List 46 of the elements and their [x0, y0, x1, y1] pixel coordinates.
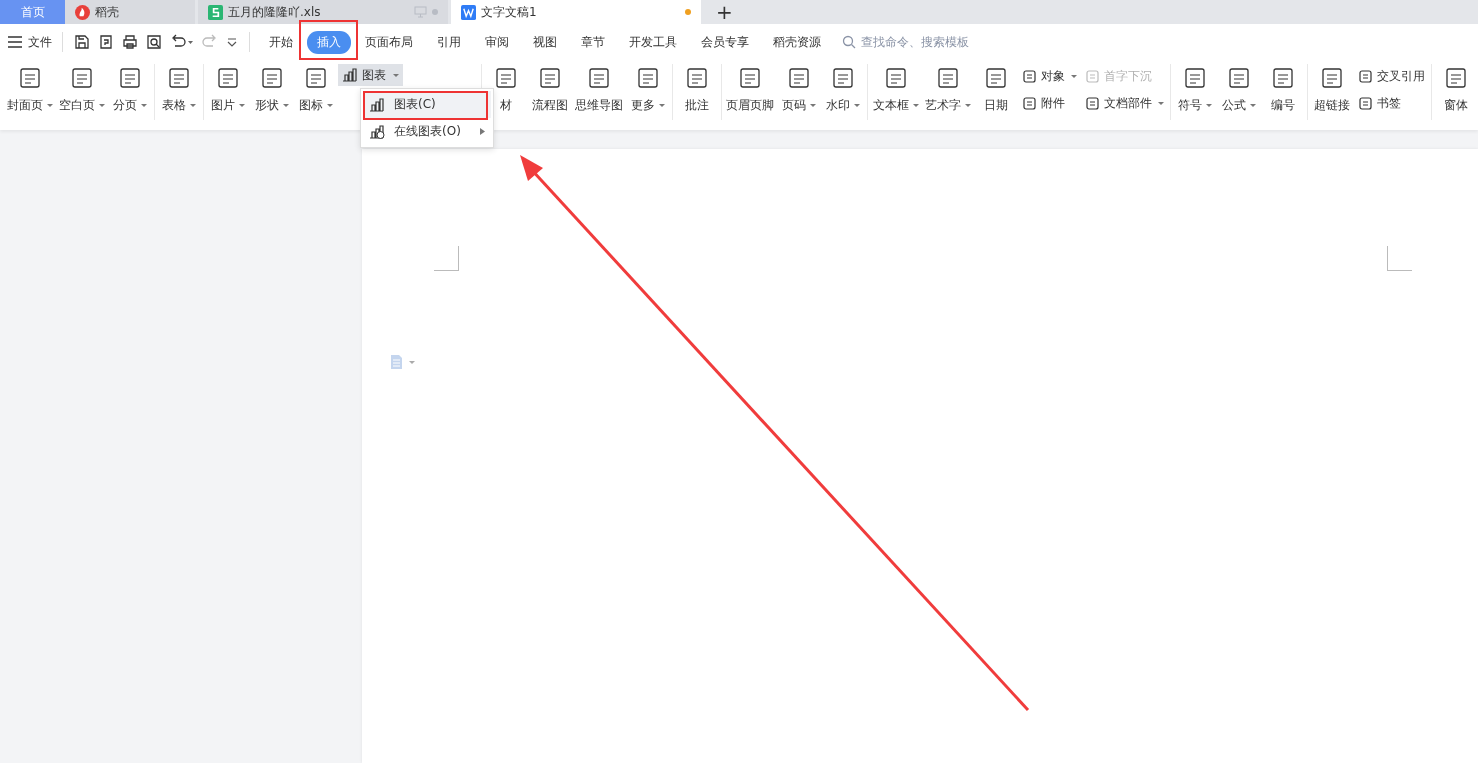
- ribbon-button[interactable]: 图标: [293, 64, 338, 116]
- ribbon-tab[interactable]: 开发工具: [619, 30, 687, 54]
- ribbon-button[interactable]: 日期: [974, 64, 1019, 116]
- ribbon-button[interactable]: 附件: [1018, 93, 1082, 114]
- ribbon-tab[interactable]: 稻壳资源: [763, 30, 831, 54]
- ribbon-button[interactable]: 分页: [107, 64, 152, 116]
- ribbon-button[interactable]: 页眉页脚: [723, 64, 778, 116]
- menu-item[interactable]: 图表(C): [363, 91, 491, 118]
- ribbon-button[interactable]: 表格: [156, 64, 201, 116]
- ribbon-button[interactable]: 超链接: [1310, 64, 1355, 116]
- ribbon-button[interactable]: 图片: [205, 64, 250, 116]
- chart-button[interactable]: 图表: [337, 64, 403, 86]
- ribbon-button[interactable]: 更多: [625, 64, 670, 116]
- ribbon-tab[interactable]: 开始: [259, 30, 303, 54]
- ribbon-button[interactable]: 思维导图: [571, 64, 626, 116]
- ribbon-button[interactable]: 对象: [1018, 66, 1082, 87]
- ribbon-tab[interactable]: 视图: [523, 30, 567, 54]
- ribbon-tab[interactable]: 引用: [427, 30, 471, 54]
- file-label: 文件: [28, 33, 52, 51]
- ribbon-button[interactable]: 流程图: [527, 64, 572, 116]
- ribbon-button[interactable]: 形状: [249, 64, 294, 116]
- ribbon-tab[interactable]: 章节: [571, 30, 615, 54]
- ribbon-button[interactable]: 编号: [1261, 64, 1306, 116]
- search-field[interactable]: 查找命令、搜索模板: [842, 34, 1013, 50]
- document-tab[interactable]: 五月的隆隆吖.xls: [198, 0, 448, 24]
- menu-item[interactable]: 在线图表(O): [363, 118, 491, 145]
- ribbon-button[interactable]: 批注: [674, 64, 719, 116]
- ribbon-button[interactable]: 封面页: [4, 64, 56, 116]
- ribbon-button[interactable]: 页码: [777, 64, 822, 116]
- document-tab[interactable]: 文字文稿1: [451, 0, 701, 24]
- ribbon-button[interactable]: 交叉引用: [1354, 66, 1430, 87]
- ribbon-tab[interactable]: 审阅: [475, 30, 519, 54]
- ribbon-button[interactable]: 文本框: [870, 64, 923, 116]
- ribbon-button[interactable]: 公式: [1217, 64, 1262, 116]
- ribbon-button[interactable]: 水印: [821, 64, 866, 116]
- ribbon-button[interactable]: 窗体: [1434, 64, 1478, 116]
- ribbon-button[interactable]: 文档部件: [1081, 93, 1169, 114]
- ribbon-tab[interactable]: 页面布局: [355, 30, 423, 54]
- ribbon-button[interactable]: 符号: [1173, 64, 1218, 116]
- document-tab[interactable]: +: [704, 0, 745, 24]
- ribbon-button[interactable]: 书签: [1354, 93, 1430, 114]
- document-tab[interactable]: 稻壳: [65, 0, 195, 24]
- ribbon-tab[interactable]: 会员专享: [691, 30, 759, 54]
- file-menu[interactable]: 文件: [6, 33, 54, 51]
- ribbon-button[interactable]: 空白页: [55, 64, 108, 116]
- ribbon-button[interactable]: 艺术字: [922, 64, 975, 116]
